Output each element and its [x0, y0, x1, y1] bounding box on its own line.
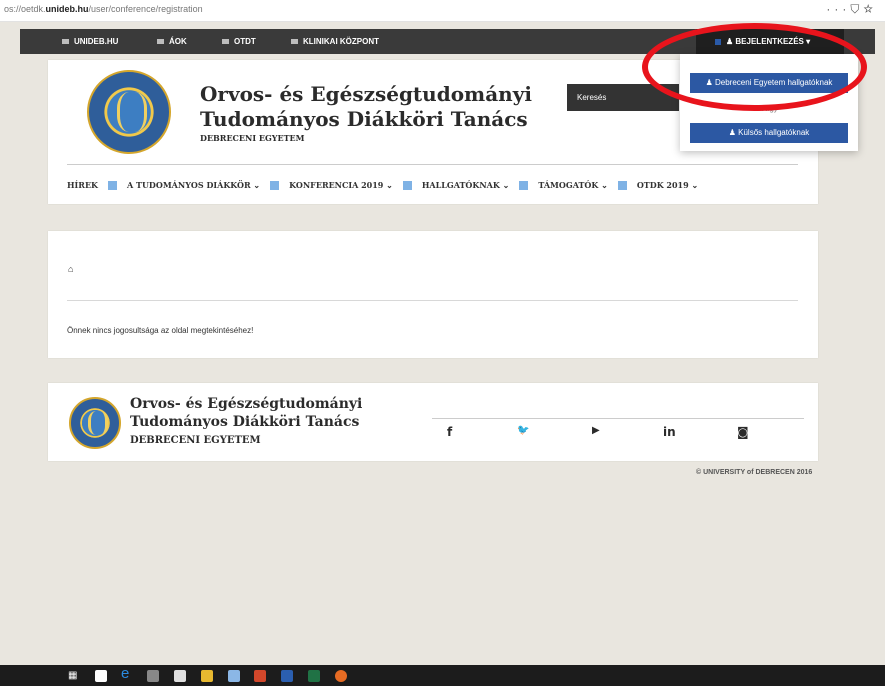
- square-icon: [62, 39, 69, 44]
- topbar-link-otdt[interactable]: OTDT: [222, 29, 256, 54]
- site-subtitle: DEBRECENI EGYETEM: [200, 133, 305, 143]
- topbar-link-label: ÁOK: [169, 37, 187, 46]
- university-logo: [87, 70, 171, 154]
- nav-item-tamogatok[interactable]: TÁMOGATÓK ⌄: [538, 180, 608, 190]
- copyright-text: © UNIVERSITY of DEBRECEN 2016: [696, 469, 813, 476]
- square-icon: [291, 39, 298, 44]
- nav-item-konferencia[interactable]: KONFERENCIA 2019 ⌄: [289, 180, 393, 190]
- address-bar[interactable]: os://oetdk.unideb.hu/user/conference/reg…: [4, 4, 203, 14]
- edge-icon[interactable]: e: [121, 665, 129, 682]
- url-domain: unideb.hu: [45, 4, 89, 14]
- nav-item-hirek[interactable]: HÍREK: [67, 180, 98, 190]
- footer-logo: [69, 397, 121, 449]
- linkedin-icon[interactable]: in: [663, 425, 676, 439]
- square-icon: [108, 180, 117, 190]
- twitter-icon[interactable]: 🐦: [517, 425, 529, 436]
- instagram-icon[interactable]: ◙: [737, 425, 749, 439]
- word-icon[interactable]: [281, 670, 293, 682]
- calculator-icon[interactable]: [147, 670, 159, 682]
- snip-icon[interactable]: [228, 670, 240, 682]
- store-icon[interactable]: [174, 670, 186, 682]
- user-icon: ♟: [728, 128, 739, 137]
- shield-icon[interactable]: ⛉: [850, 2, 863, 16]
- mail-icon[interactable]: [95, 670, 107, 682]
- content-divider: [67, 300, 798, 301]
- topbar-link-aok[interactable]: ÁOK: [157, 29, 187, 54]
- option-label: Külsős hallgatóknak: [738, 128, 810, 137]
- topbar-link-label: KLINIKAI KÖZPONT: [303, 37, 379, 46]
- home-icon[interactable]: ⌂: [68, 264, 73, 274]
- nav-item-hallgatoknak[interactable]: HALLGATÓKNAK ⌄: [422, 180, 509, 190]
- topbar-link-unideb[interactable]: UNIDEB.HU: [62, 29, 118, 54]
- browser-actions: ···⛉☆: [826, 2, 877, 17]
- excel-icon[interactable]: [308, 670, 320, 682]
- topbar-link-label: UNIDEB.HU: [74, 37, 119, 46]
- site-title-line1: Orvos- és Egészségtudományi: [200, 82, 532, 106]
- firefox-icon[interactable]: [335, 670, 347, 682]
- permission-message: Önnek nincs jogosultsága az oldal megtek…: [67, 326, 254, 335]
- windows-taskbar: ▦ e: [0, 665, 885, 686]
- square-icon: [222, 39, 229, 44]
- topbar-link-klinikai[interactable]: KLINIKAI KÖZPONT: [291, 29, 379, 54]
- annotation-highlight: [642, 23, 867, 111]
- footer-subtitle: DEBRECENI EGYETEM: [130, 435, 261, 446]
- url-prefix: os://oetdk.: [4, 4, 46, 14]
- nav-divider: [67, 164, 798, 165]
- main-nav: HÍREK A TUDOMÁNYOS DIÁKKÖR ⌄ KONFERENCIA…: [67, 178, 698, 192]
- nav-item-tudomanyos-diakkor[interactable]: A TUDOMÁNYOS DIÁKKÖR ⌄: [127, 180, 260, 190]
- content-card: [48, 231, 818, 358]
- square-icon: [519, 180, 529, 190]
- footer-title-line1: Orvos- és Egészségtudományi: [130, 396, 363, 412]
- square-icon: [270, 180, 280, 190]
- login-external-students-button[interactable]: ♟ Külsős hallgatóknak: [690, 123, 848, 143]
- footer-title-line2: Tudományos Diákköri Tanács: [130, 414, 360, 430]
- star-icon[interactable]: ☆: [863, 2, 877, 16]
- footer-divider: [432, 418, 804, 419]
- square-icon: [157, 39, 164, 44]
- powerpoint-icon[interactable]: [254, 670, 266, 682]
- more-icon[interactable]: ···: [826, 2, 850, 16]
- facebook-icon[interactable]: f: [447, 425, 452, 439]
- url-path: /user/conference/registration: [88, 4, 203, 14]
- task-view-icon[interactable]: ▦: [68, 670, 77, 681]
- youtube-icon[interactable]: ▶: [592, 425, 600, 436]
- file-explorer-icon[interactable]: [201, 670, 213, 682]
- topbar-link-label: OTDT: [234, 37, 256, 46]
- square-icon: [402, 180, 412, 190]
- browser-toolbar: os://oetdk.unideb.hu/user/conference/reg…: [0, 0, 885, 22]
- square-icon: [617, 180, 627, 190]
- site-title-line2: Tudományos Diákköri Tanács: [200, 107, 528, 131]
- nav-item-otdk[interactable]: OTDK 2019 ⌄: [637, 180, 698, 190]
